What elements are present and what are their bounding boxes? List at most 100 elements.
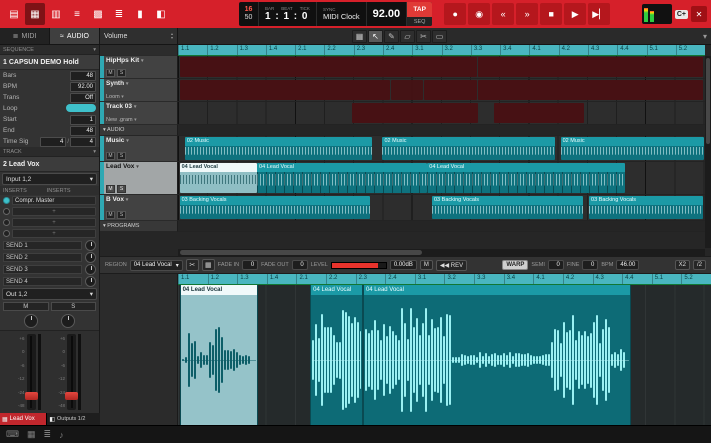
fine-value[interactable]: 0 [582, 260, 598, 270]
editor-audio-region[interactable]: 04 Lead Vocal [180, 285, 258, 425]
midi-clip[interactable] [352, 103, 478, 123]
track-cell-track-03[interactable]: Track 03 ▾ New .gram ▾ [100, 102, 178, 125]
midi-clip[interactable] [180, 57, 477, 77]
audio-clip[interactable]: 03 Backing Vocals [589, 196, 703, 219]
editor-audio-region[interactable]: 04 Lead Vocal [363, 285, 631, 425]
pencil-tool-icon[interactable]: ✎ [384, 30, 399, 43]
insert-power-icon[interactable] [3, 219, 10, 226]
chevron-down-icon[interactable]: ▾ [703, 32, 707, 41]
solo-button[interactable]: S [117, 152, 126, 160]
timesig-denominator[interactable]: 4 [70, 137, 96, 147]
tap-tempo-button[interactable]: TAP [407, 2, 432, 17]
fade-out-value[interactable]: 0 [292, 260, 308, 270]
channel-mixer-icon[interactable]: ▥ [46, 3, 66, 25]
region-select[interactable]: 04 Lead Vocal ▾ [130, 260, 183, 271]
midi-keyboard-icon[interactable]: ⌨ [6, 429, 19, 440]
play-start-button[interactable]: ▶▏ [588, 3, 610, 25]
vertical-scrollbar[interactable] [705, 56, 711, 248]
step-back-button[interactable]: « [492, 3, 514, 25]
insert-slot[interactable]: Compr. Master [0, 195, 99, 206]
solo-button[interactable]: S [117, 185, 126, 193]
sequence-name[interactable]: 1 CAPSUN DEMO Hold [0, 55, 99, 70]
scrollbar-thumb[interactable] [706, 58, 710, 144]
record-button[interactable]: ● [444, 3, 466, 25]
input-select[interactable]: Input 1,2 ▾ [2, 173, 97, 185]
bpm-display[interactable]: 92.00 [366, 2, 407, 26]
half-bpm-button[interactable]: /2 [693, 260, 706, 270]
split-tool-icon[interactable]: ✂ [416, 30, 431, 43]
send-knob[interactable] [85, 240, 96, 251]
scrollbar-thumb[interactable] [180, 250, 422, 255]
solo-button[interactable]: S [51, 302, 97, 311]
tab-midi[interactable]: ≣ MIDI [0, 28, 50, 44]
sliders-icon[interactable]: ≣ [109, 3, 129, 25]
warp-button[interactable]: WARP [502, 260, 528, 270]
double-bpm-button[interactable]: X2 [675, 260, 690, 270]
select-tool-icon[interactable]: ↖ [368, 30, 383, 43]
trans-value[interactable]: Off [70, 93, 96, 103]
outputs-badge[interactable]: ◧ Outputs 1/2 [46, 413, 100, 425]
current-track-badge[interactable]: ▦ Lead Vox [0, 413, 46, 425]
pan-knob[interactable] [24, 314, 38, 328]
insert-name[interactable]: + [12, 207, 96, 216]
sequence-section-header[interactable]: SEQUENCE ▾ [0, 45, 99, 55]
pad-grid-icon[interactable]: ▦ [27, 429, 36, 440]
midi-clip[interactable] [494, 103, 584, 123]
split-region-icon[interactable]: ✂ [186, 259, 199, 271]
keys-icon[interactable]: ▩ [88, 3, 108, 25]
level-slider[interactable] [331, 262, 387, 269]
mute-button[interactable]: M [106, 185, 115, 193]
region-mute-button[interactable]: M [420, 260, 433, 270]
fader-cap[interactable] [65, 392, 78, 400]
play-button[interactable]: ▶ [564, 3, 586, 25]
region-bpm-value[interactable]: 46.00 [616, 260, 639, 270]
insert-power-icon[interactable] [3, 197, 10, 204]
tab-audio[interactable]: ≈ AUDIO [50, 28, 100, 44]
mute-button[interactable]: M [106, 152, 115, 160]
stop-button[interactable]: ■ [540, 3, 562, 25]
end-value[interactable]: 48 [70, 126, 96, 136]
bars-value[interactable]: 48 [70, 71, 96, 81]
audio-clip[interactable]: 04 Lead Vocal [257, 163, 427, 193]
tempo-source-button[interactable]: SEQ [407, 17, 432, 26]
editor-waveform-area[interactable]: 04 Lead Vocal 04 Lead Vocal 04 Lead Voca… [178, 285, 711, 425]
level-db-value[interactable]: 0.00dB [390, 260, 417, 270]
sync-display[interactable]: SYNC MIDI Clock [316, 2, 366, 26]
eraser-tool-icon[interactable]: ▱ [400, 30, 415, 43]
insert-name[interactable]: + [12, 229, 96, 238]
audio-clip[interactable]: 04 Lead Vocal [427, 163, 625, 193]
track-cell-lead-vox[interactable]: Lead Vox ▾ MS [100, 162, 178, 195]
overdub-button[interactable]: ◉ [468, 3, 490, 25]
mute-tool-icon[interactable]: ▭ [432, 30, 447, 43]
lane-strip[interactable] [178, 102, 705, 125]
midi-clip[interactable] [478, 57, 704, 77]
track-cell-b-vox[interactable]: B Vox ▾ MS [100, 195, 178, 221]
audio-clip[interactable]: 03 Backing Vocals [432, 196, 583, 219]
midi-clip[interactable] [478, 80, 704, 100]
midi-clip[interactable] [424, 80, 477, 100]
solo-button[interactable]: S [117, 69, 126, 77]
audio-clip[interactable]: 02 Music [561, 137, 704, 160]
snap-icon[interactable]: ▦ [202, 259, 215, 271]
send-knob[interactable] [85, 252, 96, 263]
track-cell-synth[interactable]: Synth ▾ Loom ▾ [100, 79, 178, 102]
close-icon[interactable]: ✕ [691, 6, 707, 22]
track-section-header[interactable]: TRACK ▾ [0, 147, 99, 157]
mute-button[interactable]: M [106, 69, 115, 77]
send-knob[interactable] [85, 264, 96, 275]
audio-clip[interactable]: 02 Music [382, 137, 555, 160]
audio-clip[interactable]: 02 Music [185, 137, 373, 160]
lane-strip[interactable] [178, 56, 705, 79]
timesig-numerator[interactable]: 4 [40, 137, 66, 147]
section-programs[interactable]: ▾ PROGRAMS [100, 221, 178, 232]
loop-toggle[interactable] [66, 104, 96, 112]
track-cell-music[interactable]: Music ▾ MS [100, 136, 178, 162]
program-select[interactable]: New .gram ▾ [106, 117, 137, 123]
lane-strip[interactable]: 02 Music 02 Music 02 Music [178, 136, 705, 162]
track-parameter-select[interactable]: Volume ▴▾ [100, 28, 178, 44]
list-editor-icon[interactable]: ≡ [67, 3, 87, 25]
monitor-icon[interactable]: ◧ [151, 3, 171, 25]
insert-slot[interactable]: + [0, 206, 99, 217]
volume-fader[interactable] [27, 334, 36, 410]
midi-clip[interactable] [180, 80, 391, 100]
